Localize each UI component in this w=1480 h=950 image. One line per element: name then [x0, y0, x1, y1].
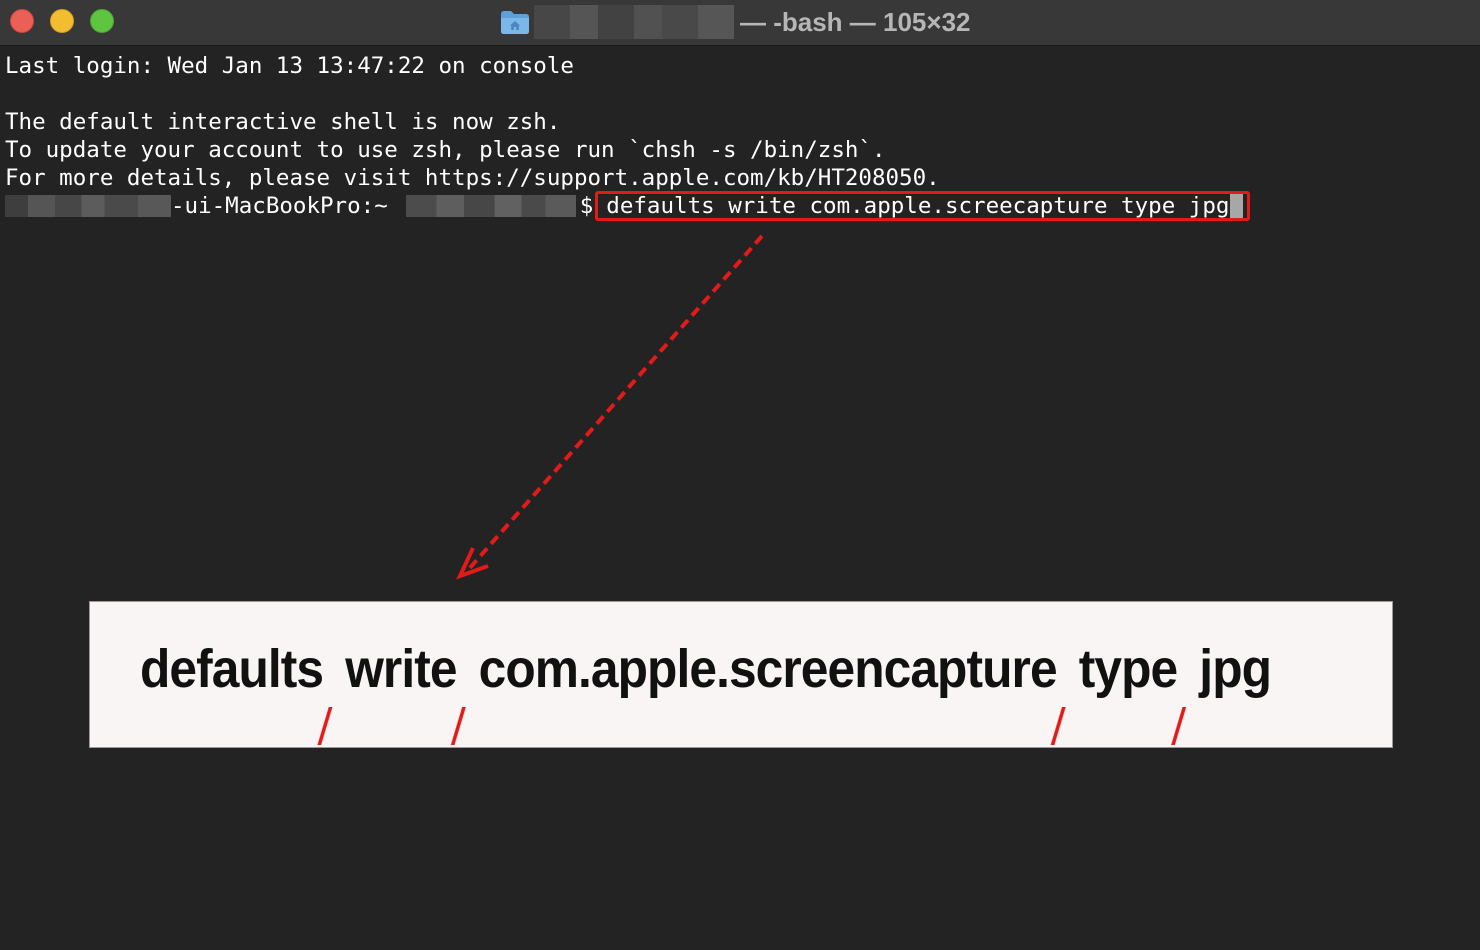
title-bar[interactable]: — -bash — 105×32: [0, 0, 1480, 46]
redacted-folder-name: [534, 5, 734, 39]
close-window-button[interactable]: [10, 9, 34, 33]
terminal-line: The default interactive shell is now zsh…: [5, 109, 561, 135]
prompt-symbol: $: [579, 193, 594, 219]
home-folder-icon: [500, 9, 530, 35]
text-cursor: [1230, 194, 1244, 218]
minimize-window-button[interactable]: [50, 9, 74, 33]
terminal-line: For more details, please visit https://s…: [5, 165, 940, 191]
command-highlight-box[interactable]: defaults write com.apple.screecapture ty…: [595, 191, 1251, 221]
prompt-line[interactable]: -ui-MacBookPro:~ $ defaults write com.ap…: [5, 191, 1475, 221]
zoom-window-button[interactable]: [90, 9, 114, 33]
callout-token: com.apple.screencapture: [478, 639, 1058, 699]
command-callout: defaults write com.apple.screencapture type…: [89, 601, 1393, 748]
terminal-output[interactable]: Last login: Wed Jan 13 13:47:22 on conso…: [5, 52, 1475, 221]
redacted-username: [5, 195, 171, 217]
callout-token: write: [345, 639, 457, 699]
terminal-window: — -bash — 105×32 Last login: Wed Jan 13 …: [0, 0, 1480, 950]
window-title: — -bash — 105×32: [500, 4, 971, 40]
command-text: defaults write com.apple.screecapture ty…: [606, 193, 1230, 219]
callout-token: defaults: [140, 639, 324, 699]
terminal-line: To update your account to use zsh, pleas…: [5, 137, 886, 163]
window-title-text: — -bash — 105×32: [740, 6, 971, 37]
prompt-host: -ui-MacBookPro:~: [171, 193, 388, 219]
redacted-path: [405, 195, 576, 217]
terminal-line: Last login: Wed Jan 13 13:47:22 on conso…: [5, 53, 574, 79]
callout-command: defaults write com.apple.screencapture type…: [140, 638, 1272, 745]
callout-token: jpg: [1199, 639, 1272, 699]
callout-token: type: [1078, 639, 1178, 699]
